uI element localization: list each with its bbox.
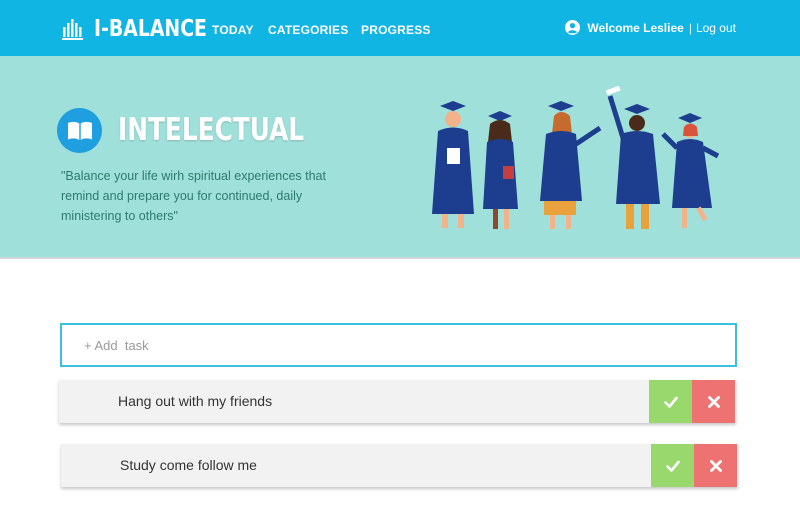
user-area: Welcome Lesliee | Log out [565,20,736,35]
graduates-illustration [432,85,720,229]
task-label: Hang out with my friends [118,393,273,409]
close-icon [707,395,720,408]
brand-logo[interactable]: I-BALANCE [62,14,232,44]
user-avatar-icon [565,20,581,35]
check-icon [663,396,678,408]
complete-task-button[interactable] [651,444,694,487]
nav-progress-link[interactable]: PROGRESS [361,23,431,37]
task-row: Hang out with my friends [59,380,736,423]
add-task-field[interactable] [60,323,737,367]
welcome-text: Welcome Lesliee [587,20,684,35]
graduate-figure [605,85,660,229]
nav-today-link[interactable]: TODAY [212,23,254,37]
category-icon-circle [57,108,102,153]
delete-task-button[interactable] [692,380,735,423]
complete-task-button[interactable] [649,380,692,423]
graduate-figure [432,101,474,228]
delete-task-button[interactable] [694,444,737,487]
category-title: INTELECTUAL [118,112,305,148]
check-icon [665,460,680,472]
open-book-icon [67,121,92,140]
task-label: Study come follow me [120,457,257,473]
add-task-input[interactable] [62,325,735,365]
category-hero: INTELECTUAL "Balance your life wirh spir… [0,56,800,259]
balance-chart-icon [62,19,83,40]
graduate-figure [661,113,720,228]
logout-link[interactable]: Log out [696,21,736,35]
task-row: Study come follow me [61,444,738,487]
close-icon [709,459,722,472]
divider: | [688,20,692,35]
brand-name: I-BALANCE [94,16,207,42]
category-quote: "Balance your life wirh spiritual experi… [61,169,326,223]
graduate-figure [483,111,518,229]
graduate-figure [540,101,602,229]
nav-categories-link[interactable]: CATEGORIES [268,23,348,37]
top-navbar: I-BALANCE TODAY CATEGORIES PROGRESS Welc… [0,0,800,56]
